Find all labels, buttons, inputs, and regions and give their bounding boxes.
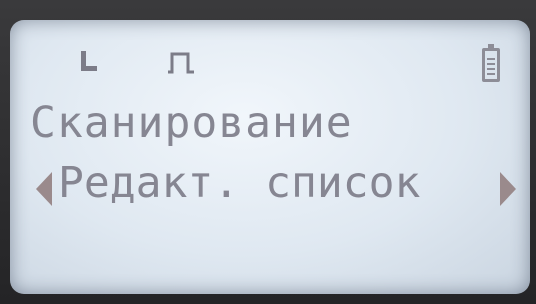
lcd-screen: Сканирование Редакт. список [10,20,530,294]
device-body: Сканирование Редакт. список [0,0,536,304]
battery-level-bars [487,58,495,78]
arrow-right-icon[interactable] [500,172,516,206]
arrow-left-icon[interactable] [36,172,52,206]
menu-item-label: Редакт. список [58,158,421,208]
screen-title: Сканирование [30,98,353,148]
pulse-icon [168,52,194,74]
menu-selector[interactable]: Редакт. список [36,158,516,218]
battery-icon [482,44,500,82]
l-mode-icon [81,51,97,71]
